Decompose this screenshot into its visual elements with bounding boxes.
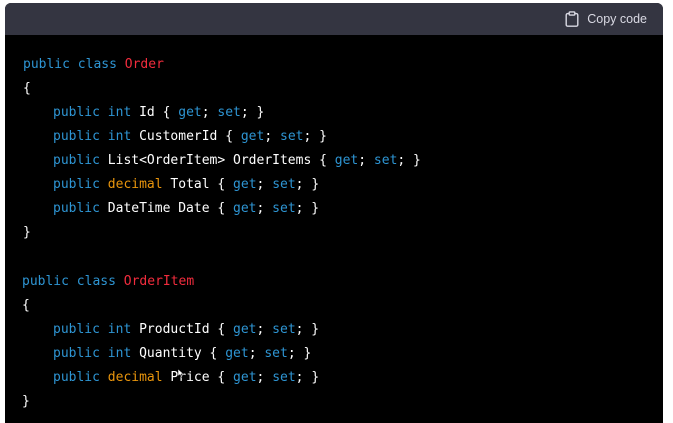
code-token: set	[373, 153, 398, 168]
code-line: public List<OrderItem> OrderItems { get;…	[53, 151, 421, 171]
code-token: }	[23, 225, 31, 240]
code-line: public int CustomerId { get; set; }	[53, 127, 327, 147]
code-token: ; }	[240, 105, 265, 120]
code-line: public class Order	[23, 55, 164, 75]
code-token: get	[233, 177, 257, 192]
code-token: ;	[256, 370, 273, 385]
code-token: int	[107, 322, 132, 337]
code-line: }	[23, 223, 31, 243]
code-token: get	[240, 129, 265, 144]
code-line: public decimal Price { get; set; }	[53, 368, 319, 388]
code-token: Price {	[162, 370, 234, 385]
code-token: public	[53, 177, 100, 192]
code-token: ;	[256, 322, 273, 337]
code-token: decimal	[107, 370, 163, 385]
code-token: }	[22, 394, 30, 409]
code-token: List<OrderItem> OrderItems {	[99, 153, 335, 168]
code-token: ;	[256, 177, 273, 192]
code-token: class	[77, 57, 117, 72]
code-block-header: Copy code	[5, 3, 663, 35]
code-token: get	[233, 201, 257, 216]
mouse-cursor-icon	[178, 369, 184, 378]
code-token: ; }	[295, 370, 320, 385]
code-token: get	[225, 346, 249, 361]
code-token: get	[178, 105, 202, 120]
code-line: {	[22, 296, 30, 316]
code-token: class	[76, 274, 116, 289]
code-line: }	[22, 392, 30, 412]
code-token: ; }	[287, 346, 312, 361]
code-token: ; }	[295, 177, 320, 192]
code-token: Quantity {	[131, 346, 226, 361]
code-line: public int ProductId { get; set; }	[53, 320, 319, 340]
code-token: set	[272, 370, 296, 385]
code-line: public int Quantity { get; set; }	[53, 344, 311, 364]
code-token: public	[53, 153, 100, 168]
code-token: Id {	[131, 105, 179, 120]
code-line: public decimal Total { get; set; }	[53, 175, 319, 195]
code-token: ;	[201, 105, 218, 120]
code-token: Total {	[162, 177, 234, 192]
code-token: ;	[264, 129, 280, 144]
code-line: public int Id { get; set; }	[53, 103, 264, 123]
code-token: ;	[358, 153, 374, 168]
code-token: set	[272, 201, 296, 216]
code-token: public	[53, 105, 100, 120]
code-token: ; }	[295, 322, 320, 337]
code-token: public	[53, 346, 100, 361]
code-line: {	[23, 79, 31, 99]
clipboard-icon	[565, 11, 579, 27]
code-token: Order	[124, 57, 164, 72]
code-token: set	[280, 129, 304, 144]
code-token: public	[53, 370, 100, 385]
code-token: ; }	[303, 129, 327, 144]
copy-code-button[interactable]: Copy code	[565, 11, 647, 27]
code-token: set	[272, 322, 296, 337]
code-token: ;	[256, 201, 273, 216]
code-token: set	[272, 177, 296, 192]
code-token: public	[22, 274, 69, 289]
code-token: set	[264, 346, 288, 361]
code-token: public	[53, 322, 100, 337]
code-line: public class OrderItem	[22, 272, 194, 292]
code-token: CustomerId {	[131, 129, 241, 144]
code-token: public	[53, 201, 100, 216]
code-token: {	[22, 298, 30, 313]
code-token: public	[53, 129, 100, 144]
code-token: {	[23, 81, 31, 96]
code-token: ;	[248, 346, 265, 361]
code-token: int	[107, 105, 132, 120]
code-token: get	[233, 370, 257, 385]
copy-code-label: Copy code	[587, 12, 647, 26]
code-token: public	[23, 57, 70, 72]
code-token: int	[107, 346, 132, 361]
code-token: ProductId {	[131, 322, 234, 337]
code-token: set	[217, 105, 241, 120]
code-token: int	[107, 129, 132, 144]
code-token: get	[233, 322, 257, 337]
code-token: DateTime Date {	[99, 201, 234, 216]
code-token: decimal	[107, 177, 163, 192]
code-line: public DateTime Date { get; set; }	[53, 199, 319, 219]
code-token: ; }	[295, 201, 320, 216]
code-token: OrderItem	[123, 274, 195, 289]
code-token: get	[334, 153, 359, 168]
code-block: Copy code public class Order { public in…	[5, 3, 663, 423]
code-token: ; }	[397, 153, 421, 168]
